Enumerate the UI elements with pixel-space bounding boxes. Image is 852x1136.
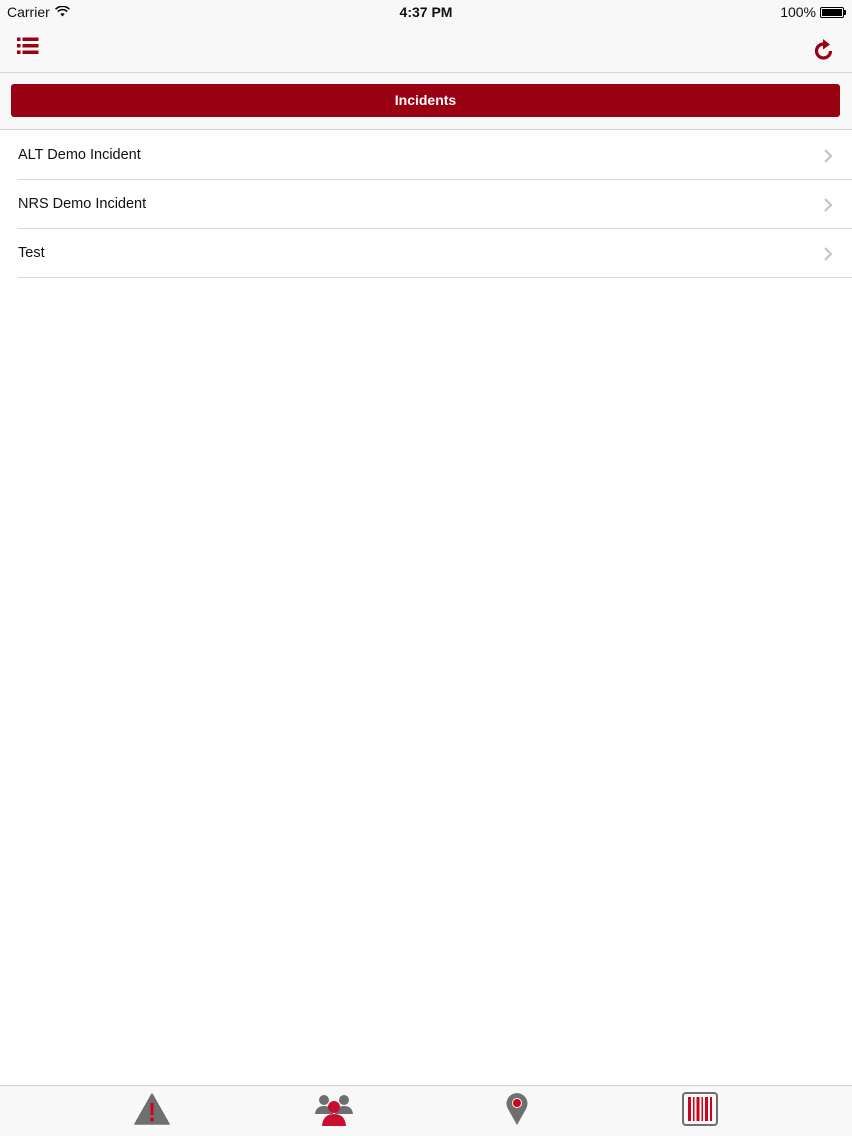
battery-fill <box>822 8 842 16</box>
status-right: 100% <box>780 0 846 24</box>
tab-locations[interactable] <box>497 1092 537 1131</box>
list-menu-icon <box>17 37 39 60</box>
tab-scan[interactable] <box>680 1091 720 1131</box>
battery-icon <box>820 6 846 18</box>
chevron-right-icon <box>822 148 834 164</box>
refresh-icon <box>814 38 834 66</box>
incident-row-nrs-demo[interactable]: NRS Demo Incident <box>18 180 852 229</box>
incident-label: NRS Demo Incident <box>18 196 147 212</box>
nav-bar <box>0 24 852 73</box>
chevron-right-icon <box>822 197 834 213</box>
status-time: 4:37 PM <box>399 4 453 20</box>
barcode-icon <box>682 1091 718 1131</box>
warning-icon <box>134 1092 170 1130</box>
incident-row-alt-demo[interactable]: ALT Demo Incident <box>18 131 852 180</box>
tab-people[interactable] <box>314 1093 354 1129</box>
tab-alerts[interactable] <box>132 1092 172 1130</box>
battery-percent: 100% <box>780 4 816 20</box>
header-band: Incidents <box>0 73 852 130</box>
menu-button[interactable] <box>12 32 44 64</box>
incident-label: Test <box>18 245 45 261</box>
map-pin-icon <box>505 1092 529 1131</box>
tab-bar <box>0 1085 852 1136</box>
chevron-right-icon <box>822 246 834 262</box>
incidents-header: Incidents <box>11 84 840 117</box>
incident-list: ALT Demo Incident NRS Demo Incident Test <box>0 131 852 278</box>
incident-row-test[interactable]: Test <box>18 229 852 278</box>
incident-label: ALT Demo Incident <box>18 147 141 163</box>
status-bar: Carrier 4:37 PM 100% <box>0 0 852 24</box>
screen: Carrier 4:37 PM 100% Incidents ALT Demo … <box>0 0 852 1136</box>
refresh-button[interactable] <box>808 36 840 68</box>
people-icon <box>315 1092 353 1131</box>
